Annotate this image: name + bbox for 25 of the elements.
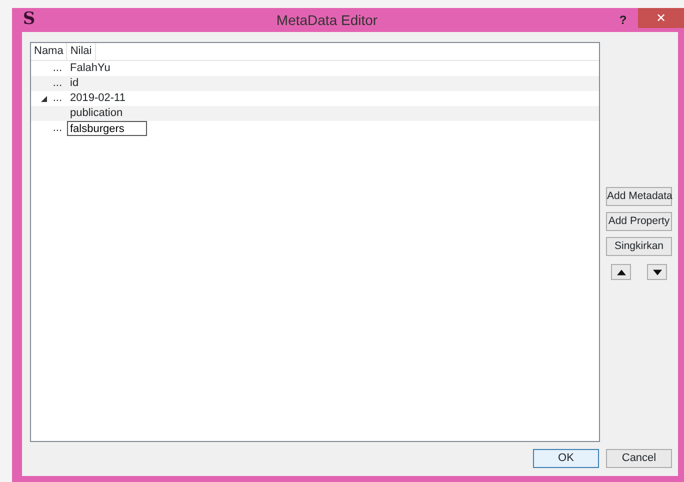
side-button[interactable]: Add Metadata xyxy=(606,187,672,206)
help-button[interactable]: ? xyxy=(608,11,638,29)
window-title: MetaData Editor xyxy=(275,10,379,30)
value-cell-text: FalahYu xyxy=(69,61,110,76)
value-cell-text: id xyxy=(69,76,79,92)
expanded-arrow-icon[interactable] xyxy=(40,96,47,102)
dialog-button[interactable]: OK xyxy=(533,449,599,468)
move-down-button[interactable] xyxy=(647,264,667,280)
value-cell-text: publication xyxy=(69,106,123,122)
value-cell-text: 2019-02-11 xyxy=(69,91,126,106)
name-cell-text: ... xyxy=(52,76,62,92)
column-header[interactable]: Nilai xyxy=(67,43,96,60)
close-button[interactable]: ✕ xyxy=(638,8,684,28)
name-cell-text: ... xyxy=(52,61,62,76)
value-input[interactable]: falsburgers xyxy=(67,121,147,136)
side-button[interactable]: Singkirkan xyxy=(606,237,672,256)
app-logo: S xyxy=(22,8,36,32)
column-header[interactable]: Nama xyxy=(31,43,68,60)
dialog-button[interactable]: Cancel xyxy=(606,449,672,468)
name-cell-text: ... xyxy=(52,91,62,106)
move-up-button[interactable] xyxy=(611,264,631,280)
triangle-down-icon xyxy=(652,268,662,276)
triangle-up-icon xyxy=(616,268,626,276)
name-cell-text: ... xyxy=(52,121,62,136)
side-button[interactable]: Add Property xyxy=(606,212,672,231)
